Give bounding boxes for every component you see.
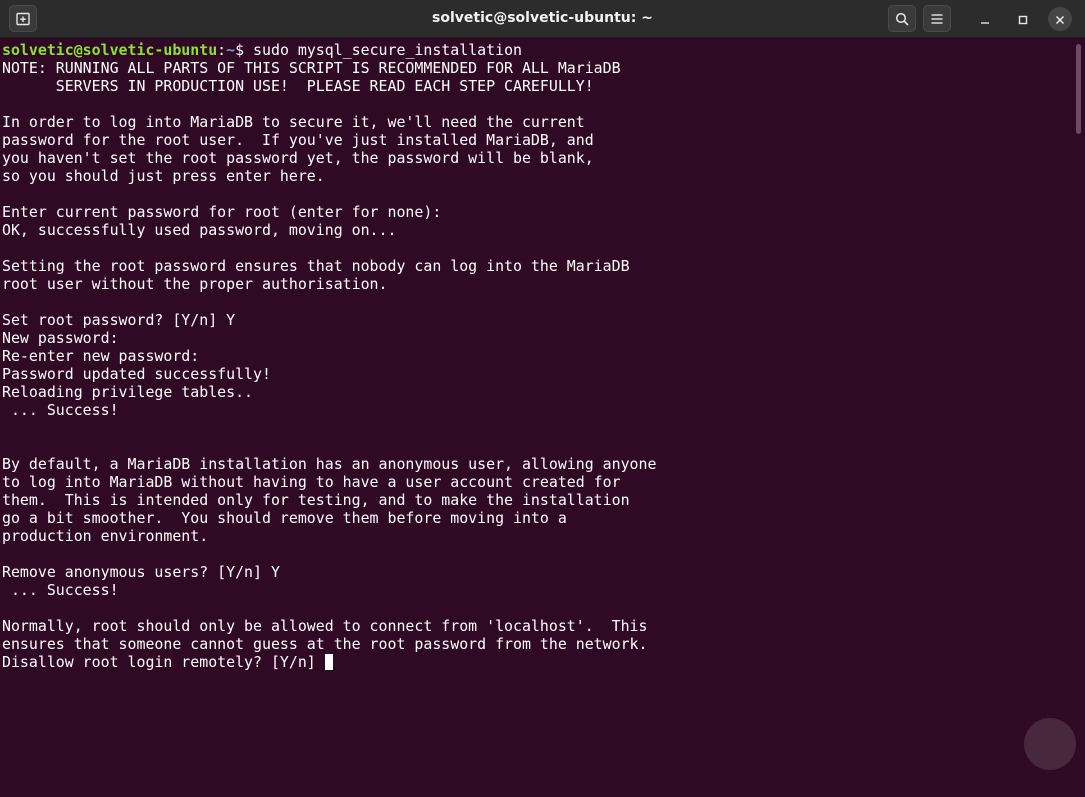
minimize-icon [980, 10, 990, 29]
close-icon [1055, 10, 1065, 29]
current-question: Disallow root login remotely? [Y/n] [2, 653, 325, 671]
scrollbar-thumb[interactable] [1076, 44, 1081, 134]
script-output: NOTE: RUNNING ALL PARTS OF THIS SCRIPT I… [2, 59, 657, 653]
close-button[interactable] [1048, 7, 1072, 31]
terminal-output-area[interactable]: solvetic@solvetic-ubuntu:~$ sudo mysql_s… [0, 39, 1072, 797]
prompt-symbol: $ [235, 41, 254, 59]
minimize-button[interactable] [973, 7, 997, 31]
prompt-path: ~ [226, 41, 236, 59]
hamburger-menu-icon [931, 13, 943, 25]
maximize-icon [1018, 10, 1028, 29]
terminal-text: solvetic@solvetic-ubuntu:~$ sudo mysql_s… [2, 41, 1072, 671]
command-text: sudo mysql_secure_installation [253, 41, 522, 59]
maximize-button[interactable] [1011, 7, 1035, 31]
prompt-colon: : [217, 41, 227, 59]
text-cursor [324, 654, 333, 670]
terminal-window: solvetic@solvetic-ubuntu: ~ solvetic@sol… [0, 0, 1085, 797]
title-bar[interactable]: solvetic@solvetic-ubuntu: ~ [0, 0, 1085, 38]
search-button[interactable] [888, 5, 916, 32]
scrollbar[interactable] [1075, 40, 1083, 796]
menu-button[interactable] [923, 5, 951, 32]
search-icon [895, 12, 909, 26]
watermark-logo [1024, 718, 1076, 770]
prompt-user-host: solvetic@solvetic-ubuntu [2, 41, 218, 59]
